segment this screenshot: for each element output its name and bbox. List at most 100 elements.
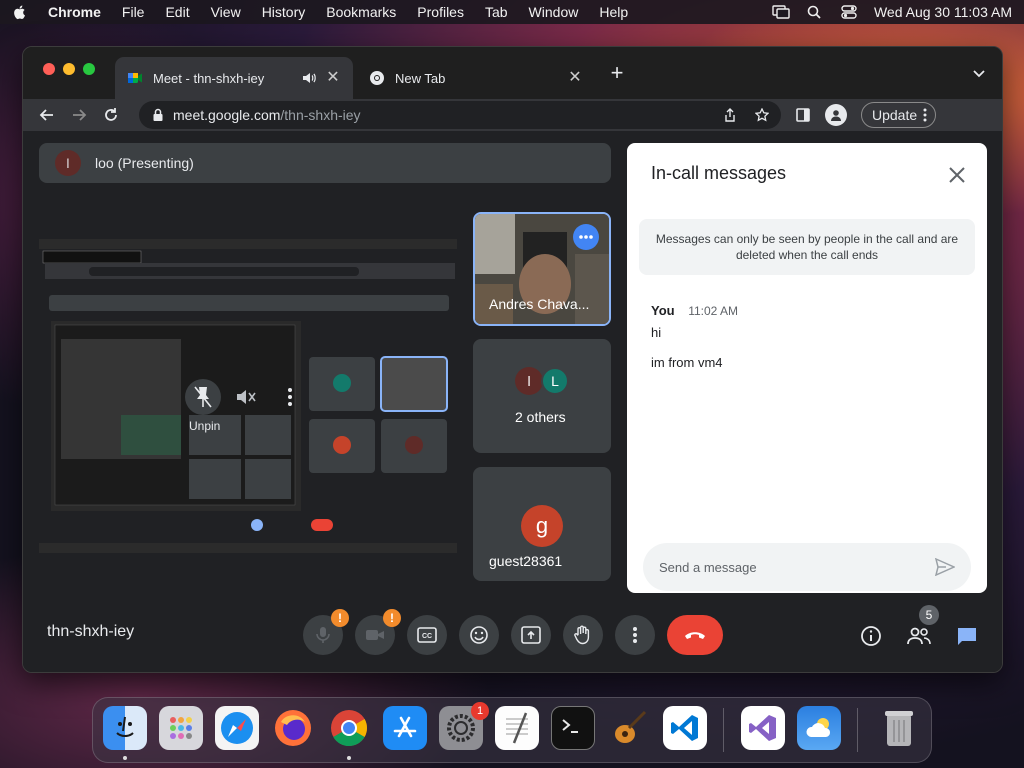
tab-audio-icon[interactable] [301,70,317,86]
dock-trash[interactable] [877,706,921,750]
side-panel-icon[interactable] [795,107,811,123]
close-window-button[interactable] [43,63,55,75]
dock-launchpad[interactable] [159,706,203,750]
menu-profiles[interactable]: Profiles [417,4,464,20]
participant-name: Andres Chava... [489,296,590,312]
participant-count-badge: 5 [919,605,939,625]
lock-icon[interactable] [151,108,165,122]
menu-view[interactable]: View [211,4,241,20]
leave-call-button[interactable] [667,615,723,655]
safari-compass-icon [221,712,253,744]
meeting-controls-bar: thn-shxh-iey ! ! CC 5 [23,595,1002,672]
profile-avatar[interactable] [825,104,847,126]
trash-icon [885,711,913,746]
camera-button[interactable]: ! [355,609,401,655]
dock-firefox[interactable] [271,706,315,750]
back-button[interactable] [33,101,61,129]
more-horiz-icon [579,235,593,239]
dock-system-settings[interactable]: 1 [439,702,489,750]
spotlight-search-icon[interactable] [806,5,824,19]
dock-vscode[interactable] [663,706,707,750]
window-controls [43,63,95,75]
dock-separator [723,708,724,752]
tab-title: New Tab [395,70,446,86]
avatar: l [515,367,543,395]
dock-finder[interactable] [103,706,147,750]
tab-meet[interactable]: Meet - thn-shxh-iey ✕ [115,57,353,99]
minimize-window-button[interactable] [63,63,75,75]
raise-hand-button[interactable] [563,615,603,655]
dock-weather[interactable] [797,706,841,750]
chat-panel: In-call messages Messages can only be se… [627,143,987,593]
chevron-down-icon[interactable] [972,67,986,81]
tab-strip: Meet - thn-shxh-iey ✕ New Tab ✕ + [23,47,1002,99]
reactions-button[interactable] [459,615,499,655]
close-tab-icon[interactable]: ✕ [325,70,341,86]
people-button[interactable] [906,623,932,649]
control-center-icon[interactable] [840,5,858,19]
tab-new-tab[interactable]: New Tab ✕ [357,57,595,99]
presenter-bar: l loo (Presenting) [39,143,611,183]
screen-mirroring-icon[interactable] [772,5,790,19]
present-to-all-icon [521,626,541,644]
unpin-tooltip[interactable]: Unpin [189,419,220,433]
more-options-button[interactable] [615,615,655,655]
menu-history[interactable]: History [262,4,306,20]
arrow-left-icon [39,109,53,121]
update-button[interactable]: Update [861,102,937,128]
menu-file[interactable]: File [122,4,145,20]
new-tab-button[interactable]: + [607,62,627,84]
dock-terminal[interactable] [551,706,595,750]
tile-options-button[interactable] [573,224,599,250]
reload-icon [105,108,117,121]
chat-button[interactable] [954,623,980,649]
menu-edit[interactable]: Edit [165,4,189,20]
forward-button[interactable] [65,101,93,129]
message-input[interactable] [659,559,935,575]
reload-button[interactable] [97,101,125,129]
participant-tile-guest[interactable]: g guest28361 [473,467,611,581]
mute-icon[interactable] [235,387,257,407]
chrome-icon [370,71,384,85]
dock-garageband[interactable] [607,706,651,750]
message-time: 11:02 AM [688,304,739,318]
message-header: You 11:02 AM [651,303,738,318]
dock-textedit[interactable] [495,706,539,750]
call-end-icon [685,632,705,639]
chat-notice: Messages can only be seen by people in t… [639,219,975,275]
meeting-details-button[interactable] [858,623,884,649]
presenter-label: loo (Presenting) [95,155,194,171]
dock-safari[interactable] [215,706,259,750]
address-bar[interactable]: meet.google.com/thn-shxh-iey [139,101,781,129]
participant-tile-others[interactable]: l L 2 others [473,339,611,453]
share-icon[interactable] [723,108,737,122]
tab-title: Meet - thn-shxh-iey [153,70,265,86]
menu-help[interactable]: Help [599,4,628,20]
close-icon[interactable] [947,165,967,185]
dock-app-store[interactable] [383,706,427,750]
menu-tab[interactable]: Tab [485,4,508,20]
bookmark-star-icon[interactable] [755,108,769,122]
unpin-icon[interactable] [193,385,213,409]
more-vert-icon[interactable] [287,387,293,407]
menubar-clock[interactable]: Wed Aug 30 11:03 AM [874,4,1012,20]
dock-chrome[interactable] [327,706,371,750]
present-screen-button[interactable] [511,615,551,655]
send-icon[interactable] [935,558,955,576]
google-meet-icon [128,73,142,83]
menu-window[interactable]: Window [529,4,579,20]
participant-tile-andres[interactable]: Andres Chava... [473,212,611,326]
zoom-window-button[interactable] [83,63,95,75]
presentation-stage[interactable]: Unpin [39,239,457,553]
close-tab-icon[interactable]: ✕ [567,70,583,86]
running-indicator [123,756,127,760]
captions-button[interactable]: CC [407,615,447,655]
firefox-icon [275,710,311,746]
apple-icon[interactable] [12,4,28,20]
dock-visual-studio[interactable] [741,706,785,750]
menu-app-name[interactable]: Chrome [48,4,101,20]
microphone-button[interactable]: ! [303,609,349,655]
app-store-icon [393,716,417,738]
menu-bookmarks[interactable]: Bookmarks [326,4,396,20]
participant-name: guest28361 [489,553,563,569]
